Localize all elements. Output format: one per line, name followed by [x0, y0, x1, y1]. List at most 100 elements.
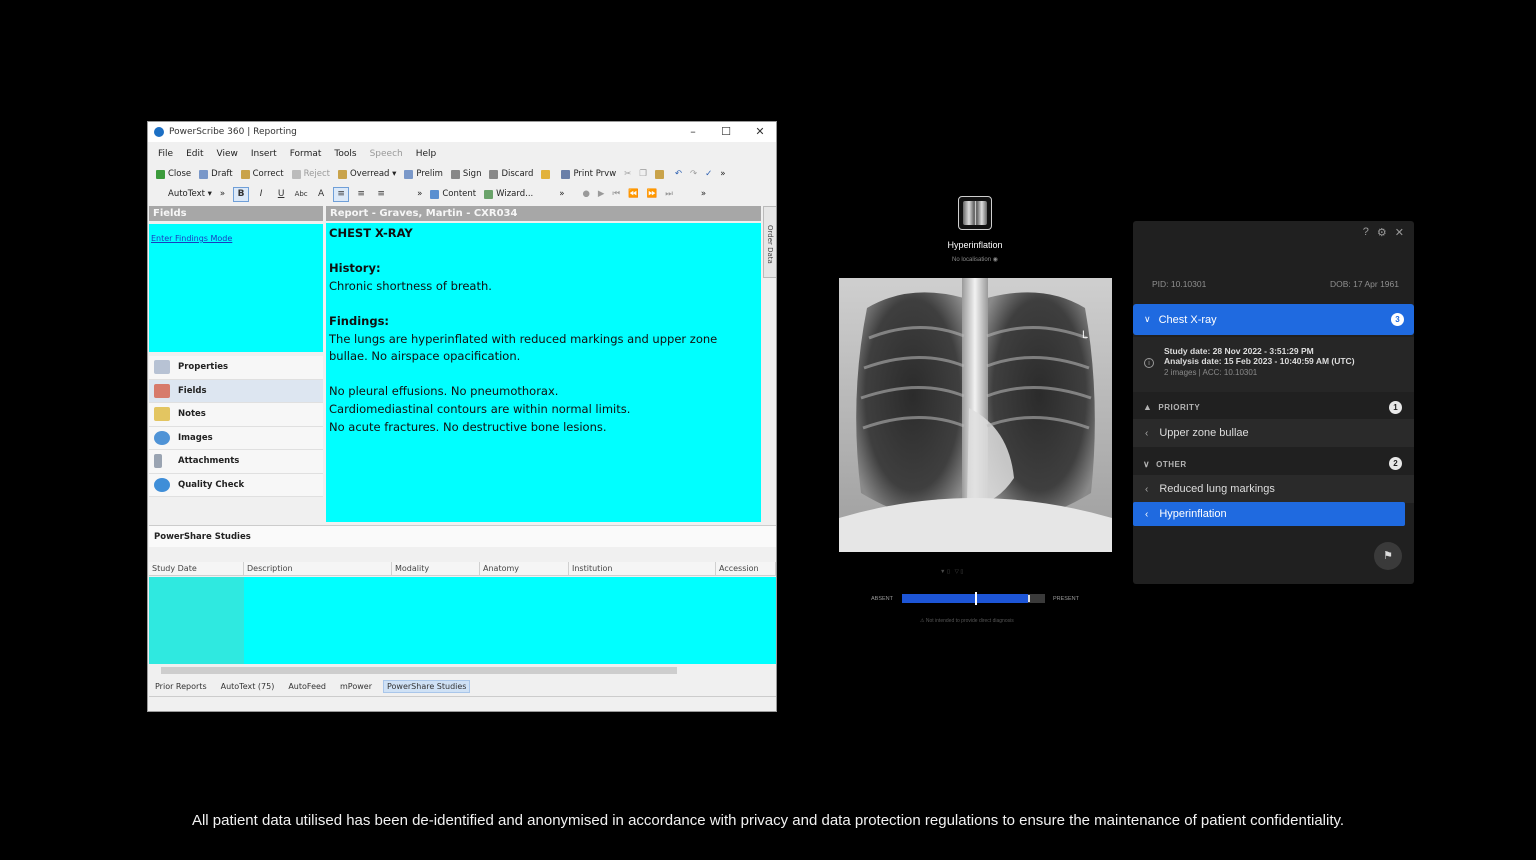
studies-grid-header: Study Date Description Modality Anatomy …: [149, 562, 776, 576]
paperclip-icon: [154, 454, 162, 469]
finding-title: Hyperinflation: [947, 240, 1003, 250]
col-institution[interactable]: Institution: [569, 562, 716, 575]
underline-button[interactable]: U: [273, 187, 289, 202]
wizard-icon: [484, 189, 494, 199]
col-accession[interactable]: Accession: [716, 562, 776, 575]
lightning-button[interactable]: [541, 169, 553, 179]
close-panel-icon[interactable]: ✕: [1395, 226, 1404, 239]
wizard-button[interactable]: Wizard...: [484, 189, 533, 199]
correct-button[interactable]: Correct: [240, 169, 284, 179]
notes-icon: [154, 407, 170, 422]
overread-icon: [337, 169, 347, 179]
redo-button[interactable]: ↷: [690, 169, 697, 179]
col-modality[interactable]: Modality: [392, 562, 480, 575]
tab-autotext[interactable]: AutoText (75): [218, 681, 278, 692]
tab-prior-reports[interactable]: Prior Reports: [152, 681, 210, 692]
finding-upper-zone-bullae[interactable]: ‹ Upper zone bullae: [1133, 419, 1414, 447]
tab-powershare-studies[interactable]: PowerShare Studies: [382, 679, 471, 693]
other-section-header[interactable]: ∨ OTHER: [1143, 459, 1187, 470]
sign-button[interactable]: Sign: [450, 169, 481, 179]
font-button[interactable]: A: [313, 187, 329, 202]
col-study-date[interactable]: Study Date: [149, 562, 244, 575]
study-header[interactable]: ∨ Chest X-ray 3: [1133, 304, 1414, 335]
probability-marker: [975, 592, 977, 605]
align-right-button[interactable]: ≡: [373, 187, 389, 202]
content-icon: [430, 189, 440, 199]
menu-edit[interactable]: Edit: [186, 149, 203, 159]
close-report-button[interactable]: Close: [156, 169, 191, 179]
content-button[interactable]: Content: [430, 189, 476, 199]
tab-mpower[interactable]: mPower: [337, 681, 375, 692]
draft-icon: [199, 169, 209, 179]
help-icon[interactable]: ?: [1363, 226, 1369, 239]
italic-button[interactable]: I: [253, 187, 269, 202]
align-center-button[interactable]: ≡: [353, 187, 369, 202]
study-title: Chest X-ray: [1158, 313, 1217, 326]
col-description[interactable]: Description: [244, 562, 392, 575]
maximize-button[interactable]: ☐: [711, 124, 741, 140]
bold-button[interactable]: B: [233, 186, 250, 202]
settings-icon[interactable]: ⚙: [1377, 226, 1387, 239]
tab-autofeed[interactable]: AutoFeed: [285, 681, 329, 692]
studies-grid[interactable]: [149, 577, 776, 664]
record-button[interactable]: ●: [582, 189, 589, 199]
reject-button[interactable]: Reject: [291, 169, 330, 179]
toolbar-overflow-3[interactable]: »: [417, 189, 422, 199]
nav-notes[interactable]: Notes: [149, 403, 323, 427]
fast-forward-button[interactable]: ⏩: [647, 189, 658, 199]
nav-properties[interactable]: Properties: [149, 356, 323, 380]
close-window-button[interactable]: ✕: [745, 124, 775, 140]
history-label: History:: [329, 261, 381, 276]
paste-button[interactable]: [654, 169, 667, 179]
overread-button[interactable]: Overread ▾: [337, 169, 396, 179]
report-editor[interactable]: CHEST X-RAY History: Chronic shortness o…: [326, 223, 761, 522]
window-title: PowerScribe 360 | Reporting: [169, 127, 297, 137]
toolbar-overflow-1[interactable]: »: [720, 169, 725, 179]
menu-format[interactable]: Format: [290, 149, 322, 159]
spellcheck-button[interactable]: ✓: [705, 169, 712, 179]
study-count-badge: 3: [1391, 313, 1404, 326]
xray-thumbnail[interactable]: [958, 196, 992, 230]
menu-view[interactable]: View: [217, 149, 238, 159]
nav-fields[interactable]: Fields: [149, 379, 323, 403]
nav-quality-check[interactable]: Quality Check: [149, 473, 323, 497]
nav-list: Properties Fields Notes Images Attachmen…: [149, 356, 323, 497]
finding-hyperinflation[interactable]: ‹ Hyperinflation: [1133, 502, 1405, 526]
menu-insert[interactable]: Insert: [251, 149, 277, 159]
discard-button[interactable]: Discard: [489, 169, 533, 179]
bottom-tabs: Prior Reports AutoText (75) AutoFeed mPo…: [149, 678, 776, 694]
copy-button[interactable]: ❐: [639, 169, 647, 179]
finding-reduced-lung-markings[interactable]: ‹ Reduced lung markings: [1133, 475, 1414, 503]
order-data-tab[interactable]: Order Data: [763, 206, 776, 278]
cut-button[interactable]: ✂: [624, 169, 631, 179]
flag-button[interactable]: ⚑: [1374, 542, 1402, 570]
skip-end-button[interactable]: ⏭: [665, 189, 673, 199]
info-icon: i: [1144, 358, 1154, 368]
skip-start-button[interactable]: ⏮: [612, 189, 620, 199]
undo-button[interactable]: ↶: [675, 169, 682, 179]
menu-tools[interactable]: Tools: [334, 149, 356, 159]
menu-help[interactable]: Help: [416, 149, 437, 159]
prelim-button[interactable]: Prelim: [404, 169, 443, 179]
spell-abc-button[interactable]: Abc: [293, 187, 309, 202]
col-anatomy[interactable]: Anatomy: [480, 562, 569, 575]
draft-button[interactable]: Draft: [199, 169, 233, 179]
toolbar-overflow-4[interactable]: »: [559, 189, 564, 199]
nav-images[interactable]: Images: [149, 426, 323, 450]
nav-attachments[interactable]: Attachments: [149, 450, 323, 474]
xray-side-marker: L: [1082, 329, 1088, 341]
toolbar-overflow-2[interactable]: »: [220, 189, 225, 199]
align-left-button[interactable]: ≡: [333, 186, 350, 202]
minimize-button[interactable]: –: [678, 124, 708, 140]
print-preview-button[interactable]: Print Prvw: [561, 169, 616, 179]
rewind-button[interactable]: ⏪: [628, 189, 639, 199]
enter-findings-mode-link[interactable]: Enter Findings Mode: [151, 234, 232, 243]
toolbar-overflow-5[interactable]: »: [701, 189, 706, 199]
autotext-button[interactable]: AutoText ▾: [168, 189, 212, 199]
menu-file[interactable]: File: [158, 149, 173, 159]
scrollbar-thumb[interactable]: [161, 667, 677, 674]
play-button[interactable]: ▶: [598, 189, 605, 199]
horizontal-scrollbar[interactable]: [149, 665, 776, 676]
menu-speech[interactable]: Speech: [370, 149, 403, 159]
chest-xray-image[interactable]: L: [839, 278, 1112, 552]
